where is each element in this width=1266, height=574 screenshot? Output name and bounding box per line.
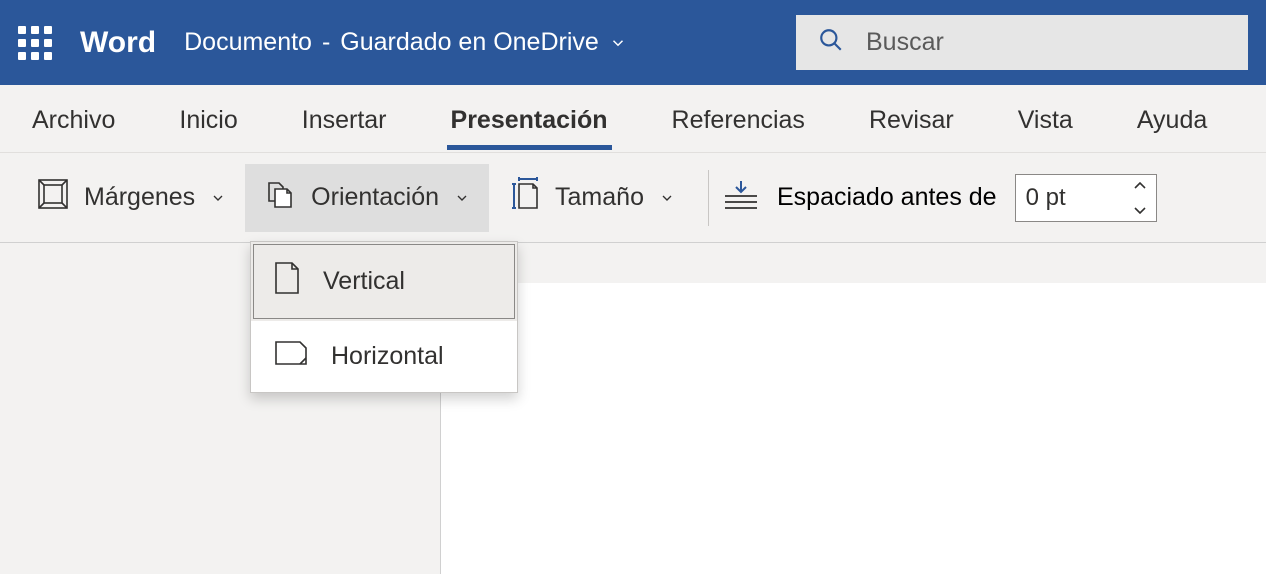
- search-placeholder: Buscar: [866, 28, 944, 57]
- orientation-icon: [263, 177, 297, 218]
- document-page[interactable]: [440, 283, 1266, 574]
- spacing-before-spinner[interactable]: 0 pt: [1015, 174, 1157, 222]
- size-label: Tamaño: [555, 183, 644, 212]
- tab-vista[interactable]: Vista: [1014, 88, 1077, 149]
- tab-inicio[interactable]: Inicio: [175, 88, 241, 149]
- chevron-down-icon: [609, 34, 627, 52]
- margins-icon: [36, 177, 70, 218]
- size-button[interactable]: Tamaño: [489, 164, 694, 232]
- titlebar: Word Documento - Guardado en OneDrive Bu…: [0, 0, 1266, 85]
- chevron-down-icon: [658, 189, 676, 207]
- tab-presentacion[interactable]: Presentación: [447, 88, 612, 149]
- ribbon-toolbar: Márgenes Orientación: [0, 153, 1266, 243]
- orientation-dropdown-menu: Vertical Horizontal: [250, 241, 518, 393]
- margins-button[interactable]: Márgenes: [18, 164, 245, 232]
- search-input[interactable]: Buscar: [796, 15, 1248, 70]
- margins-label: Márgenes: [84, 183, 195, 212]
- save-status: Guardado en OneDrive: [340, 28, 598, 57]
- tab-archivo[interactable]: Archivo: [28, 88, 119, 149]
- spacing-before-icon: [723, 178, 759, 217]
- ribbon-divider: [708, 170, 709, 226]
- app-name: Word: [80, 26, 156, 60]
- tab-revisar[interactable]: Revisar: [865, 88, 958, 149]
- document-area: [0, 243, 1266, 574]
- landscape-icon: [273, 339, 309, 374]
- spacing-before-value: 0 pt: [1026, 184, 1134, 212]
- orientation-horizontal-option[interactable]: Horizontal: [251, 321, 517, 392]
- tab-insertar[interactable]: Insertar: [298, 88, 391, 149]
- ribbon-tabs: Archivo Inicio Insertar Presentación Ref…: [0, 85, 1266, 153]
- orientation-vertical-label: Vertical: [323, 267, 405, 296]
- orientation-horizontal-label: Horizontal: [331, 342, 444, 371]
- tab-referencias[interactable]: Referencias: [668, 88, 809, 149]
- chevron-down-icon: [209, 189, 227, 207]
- app-launcher-button[interactable]: [18, 26, 52, 60]
- portrait-icon: [273, 260, 301, 303]
- spinner-down-icon[interactable]: [1134, 201, 1146, 219]
- document-title-dropdown[interactable]: Documento - Guardado en OneDrive: [184, 28, 627, 57]
- spacing-before-group: Espaciado antes de 0 pt: [723, 174, 1157, 222]
- orientation-label: Orientación: [311, 183, 439, 212]
- chevron-down-icon: [453, 189, 471, 207]
- size-icon: [507, 176, 541, 219]
- spinner-up-icon[interactable]: [1134, 177, 1146, 195]
- orientation-button[interactable]: Orientación: [245, 164, 489, 232]
- document-name: Documento: [184, 28, 312, 57]
- tab-ayuda[interactable]: Ayuda: [1133, 88, 1211, 149]
- search-icon: [818, 27, 844, 58]
- orientation-vertical-option[interactable]: Vertical: [251, 242, 517, 321]
- spacing-before-label: Espaciado antes de: [777, 183, 997, 212]
